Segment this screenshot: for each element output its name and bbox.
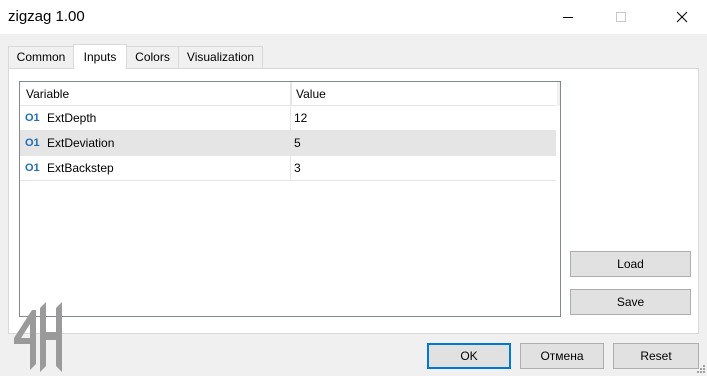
save-button[interactable]: Save: [570, 289, 691, 315]
variable-value[interactable]: 5: [294, 131, 301, 155]
type-badge: O1: [25, 137, 40, 149]
variable-value[interactable]: 12: [294, 106, 307, 130]
header-label: Variable: [26, 87, 70, 101]
column-header-value[interactable]: Value: [291, 82, 556, 106]
variable-value[interactable]: 3: [294, 156, 301, 180]
tab-label: Visualization: [186, 50, 255, 64]
cancel-button[interactable]: Отмена: [520, 343, 604, 369]
window-title: zigzag 1.00: [8, 8, 85, 25]
variable-name: ExtDepth: [47, 111, 97, 125]
ok-label: OK: [460, 349, 478, 363]
tab-colors[interactable]: Colors: [126, 46, 179, 68]
variable-name: ExtDeviation: [47, 136, 115, 150]
ok-button[interactable]: OK: [427, 343, 511, 369]
resize-grip-icon[interactable]: [696, 364, 706, 374]
minimize-button[interactable]: [545, 0, 591, 34]
reset-label: Reset: [640, 349, 672, 363]
watermark-logo: [14, 302, 62, 372]
header-scroll-corner: [557, 82, 560, 106]
table-row[interactable]: O1 ExtDeviation 5: [20, 131, 556, 156]
maximize-button[interactable]: [598, 0, 644, 34]
header-label: Value: [296, 87, 326, 101]
load-label: Load: [617, 257, 644, 271]
column-header-variable[interactable]: Variable: [20, 82, 290, 106]
close-icon: [676, 11, 688, 23]
tab-label: Colors: [135, 50, 170, 64]
tab-label: Inputs: [83, 50, 117, 64]
inputs-grid: Variable Value O1 ExtDepth 12 O1 ExtDevi…: [19, 81, 561, 317]
load-button[interactable]: Load: [570, 251, 691, 277]
close-button[interactable]: [659, 0, 705, 34]
title-bar: zigzag 1.00: [0, 0, 707, 34]
minimize-icon: [563, 17, 573, 18]
maximize-icon: [616, 12, 626, 22]
column-divider: [290, 82, 291, 181]
table-row[interactable]: O1 ExtBackstep 3: [20, 156, 556, 181]
type-badge: O1: [25, 112, 40, 124]
type-badge: O1: [25, 162, 40, 174]
save-label: Save: [616, 295, 645, 309]
cancel-label: Отмена: [540, 349, 584, 363]
variable-name: ExtBackstep: [47, 161, 114, 175]
tab-label: Common: [16, 50, 66, 64]
tab-common[interactable]: Common: [8, 46, 74, 68]
reset-button[interactable]: Reset: [613, 343, 699, 369]
tab-visualization[interactable]: Visualization: [178, 46, 263, 68]
tab-inputs[interactable]: Inputs: [73, 44, 127, 69]
table-row[interactable]: O1 ExtDepth 12: [20, 106, 556, 131]
